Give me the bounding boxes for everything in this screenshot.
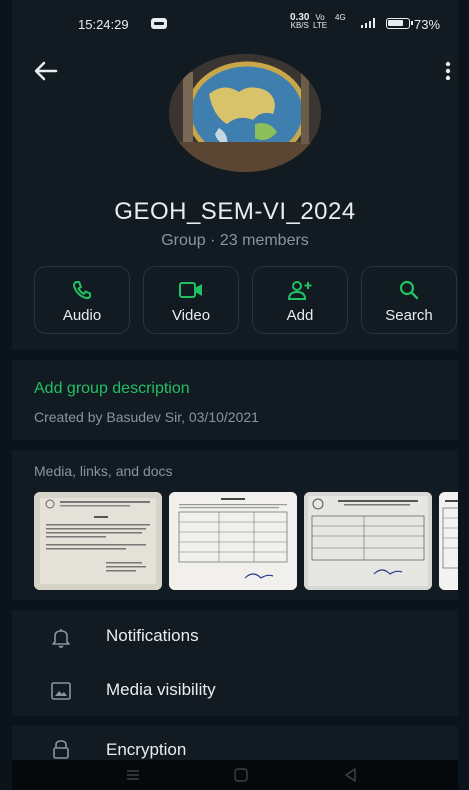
- notifications-label: Notifications: [106, 626, 199, 645]
- quick-actions: Audio Video Add Search: [34, 266, 458, 334]
- home-key-icon[interactable]: [230, 764, 252, 786]
- add-person-icon: [287, 281, 312, 300]
- encryption-row[interactable]: Encryption: [12, 726, 458, 760]
- section-divider: [12, 600, 458, 610]
- document-thumbnail-2: [169, 492, 297, 590]
- status-bar: 15:24:29 0.30 KB/S Vo LTE 4G 73%: [12, 0, 458, 50]
- group-info-screen: 15:24:29 0.30 KB/S Vo LTE 4G 73% GEOH_SE…: [12, 0, 458, 790]
- system-navigation-bar: [12, 760, 458, 790]
- group-avatar[interactable]: [169, 54, 321, 172]
- section-divider: [12, 350, 458, 360]
- back-key-icon[interactable]: [340, 764, 362, 786]
- image-icon: [51, 682, 71, 700]
- add-member-button[interactable]: Add: [252, 266, 348, 334]
- media-visibility-row[interactable]: Media visibility: [12, 666, 458, 716]
- network-speed-unit: KB/S: [290, 21, 309, 30]
- more-vert-icon: [445, 61, 451, 81]
- document-thumbnail-3: [304, 492, 432, 590]
- media-section-header[interactable]: Media, links, and docs: [34, 463, 173, 479]
- media-thumbnail[interactable]: [34, 492, 162, 590]
- document-thumbnail-4: [439, 492, 458, 590]
- status-time: 15:24:29: [78, 17, 129, 32]
- encryption-label: Encryption: [106, 740, 187, 759]
- media-thumbnail[interactable]: [439, 492, 458, 590]
- volte-bottom: LTE: [313, 21, 328, 30]
- notification-app-icon: [151, 18, 167, 29]
- lock-icon: [53, 740, 69, 759]
- search-button[interactable]: Search: [361, 266, 457, 334]
- notifications-row[interactable]: Notifications: [12, 612, 458, 662]
- media-thumbnail[interactable]: [169, 492, 297, 590]
- network-speed: 0.30 KB/S: [290, 13, 309, 30]
- search-icon: [399, 280, 419, 300]
- network-type: 4G: [335, 13, 346, 22]
- video-call-button[interactable]: Video: [143, 266, 239, 334]
- audio-call-button[interactable]: Audio: [34, 266, 130, 334]
- audio-label: Audio: [62, 307, 102, 324]
- phone-icon: [73, 281, 91, 300]
- document-thumbnail-1: [34, 492, 162, 590]
- group-name: GEOH_SEM-VI_2024: [114, 198, 356, 225]
- battery-percent: 73%: [414, 17, 441, 32]
- add-label: Add: [286, 307, 314, 324]
- volte-indicator: Vo LTE: [313, 14, 327, 30]
- menu-key-icon[interactable]: [122, 764, 144, 786]
- media-thumbnail[interactable]: [304, 492, 432, 590]
- back-arrow-icon: [34, 61, 58, 81]
- bell-icon: [52, 629, 70, 648]
- back-button[interactable]: [32, 60, 60, 82]
- globe-photo: [169, 54, 321, 172]
- battery-icon: [386, 18, 413, 29]
- section-divider: [12, 716, 458, 726]
- signal-strength-icon: [361, 18, 375, 28]
- section-divider: [12, 440, 458, 450]
- video-icon: [179, 282, 202, 298]
- created-by-text: Created by Basudev Sir, 03/10/2021: [34, 409, 259, 425]
- video-label: Video: [171, 307, 211, 324]
- add-description-link[interactable]: Add group description: [34, 380, 190, 398]
- media-visibility-label: Media visibility: [106, 680, 216, 699]
- more-options-button[interactable]: [442, 60, 454, 82]
- search-label: Search: [385, 307, 433, 324]
- group-member-count: Group · 23 members: [161, 232, 309, 249]
